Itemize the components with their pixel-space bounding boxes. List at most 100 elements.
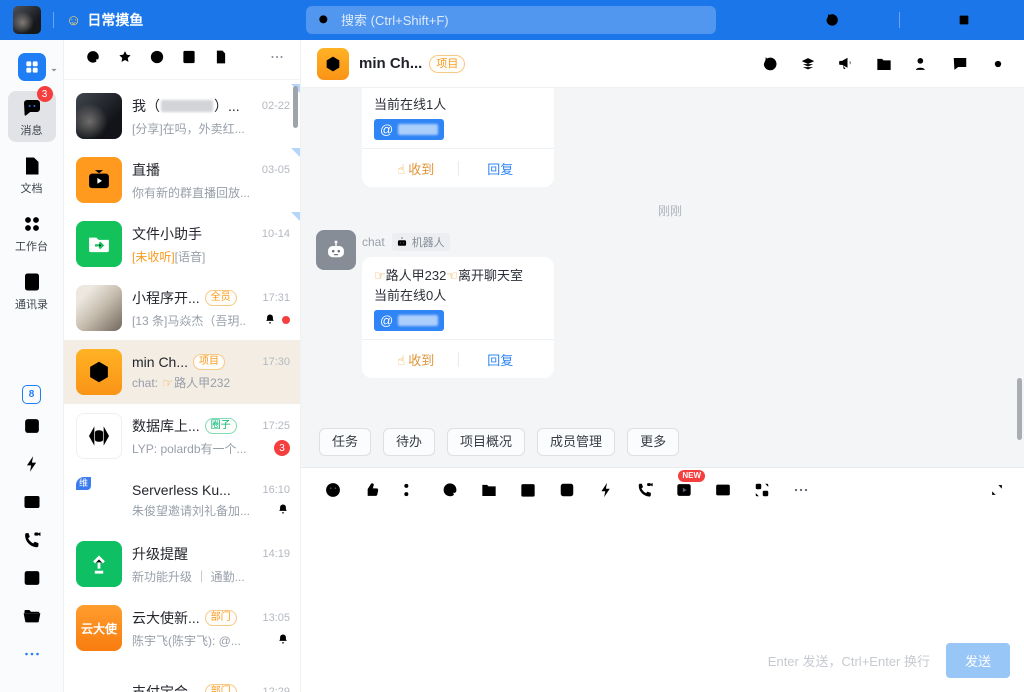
group-type-badge: 部门 bbox=[205, 684, 237, 692]
tab-more[interactable]: 更多 bbox=[627, 428, 679, 456]
muted-bell-icon bbox=[276, 632, 290, 649]
pointing-right-icon: ☞ bbox=[374, 268, 386, 283]
mail-compose-icon[interactable] bbox=[713, 480, 733, 500]
meeting-icon[interactable] bbox=[21, 567, 43, 594]
tab-member-management[interactable]: 成员管理 bbox=[537, 428, 615, 456]
emoji-icon[interactable] bbox=[323, 480, 343, 500]
mention-at-icon[interactable] bbox=[440, 480, 460, 500]
pointing-left-icon: ☜ bbox=[446, 268, 458, 283]
conversation-avatar[interactable] bbox=[317, 48, 349, 80]
chat-title: 直播 bbox=[132, 160, 160, 180]
list-item[interactable]: 直播 03-05 你有新的群直播回放... bbox=[64, 148, 300, 212]
quick-flash-icon[interactable] bbox=[596, 480, 616, 500]
list-more-icon[interactable] bbox=[268, 48, 286, 71]
phone-video-icon[interactable] bbox=[21, 529, 43, 556]
sidebar-item-messages[interactable]: 3 消息 bbox=[8, 91, 56, 142]
tab-tasks[interactable]: 任务 bbox=[319, 428, 371, 456]
todo-icon[interactable] bbox=[21, 415, 43, 442]
mention-chip[interactable]: @ bbox=[374, 119, 444, 140]
screenshot-scissors-icon[interactable] bbox=[401, 480, 421, 500]
more-icon[interactable] bbox=[21, 643, 43, 670]
folder-icon[interactable] bbox=[21, 605, 43, 632]
close-button[interactable] bbox=[992, 12, 1008, 28]
message-text: 当前在线1人 bbox=[374, 95, 542, 115]
chat-title: 我（）... bbox=[132, 96, 240, 116]
list-item[interactable]: 支付宝合... 部门 12:29 bbox=[64, 660, 300, 692]
chat-list-scrollbar[interactable] bbox=[293, 86, 298, 128]
layers-icon[interactable] bbox=[798, 54, 818, 74]
list-item[interactable]: 云大使 云大使新... 部门 13:05 陈宇飞(陈宇飞): @... bbox=[64, 596, 300, 660]
list-item-selected[interactable]: min Ch... 项目 17:30 chat: ☞路人甲232 bbox=[64, 340, 300, 404]
chat-history-icon[interactable] bbox=[760, 54, 780, 74]
ack-button[interactable]: ☝收到 bbox=[374, 159, 458, 178]
user-avatar[interactable] bbox=[13, 6, 41, 34]
group-emoji-icon: ☺ bbox=[66, 12, 81, 29]
list-item[interactable]: 升级提醒 14:19 新功能升级 ｜ 通勤... bbox=[64, 532, 300, 596]
bot-avatar[interactable] bbox=[316, 230, 356, 270]
left-nav: 3 消息 文档 工作台 通讯录 8 bbox=[0, 40, 64, 692]
chat-subtitle: [语音] bbox=[175, 248, 206, 265]
ack-button[interactable]: ☝收到 bbox=[374, 350, 458, 369]
toolbar-more-icon[interactable] bbox=[791, 480, 811, 500]
list-item[interactable]: 文件小助手 10-14 [未收听][语音] bbox=[64, 212, 300, 276]
message-scrollbar[interactable] bbox=[1017, 378, 1022, 440]
chat-subtitle: 你有新的群直播回放... bbox=[132, 184, 250, 201]
chevron-down-icon[interactable] bbox=[47, 63, 61, 82]
sidebar-item-contacts[interactable]: 通讯录 bbox=[8, 265, 56, 316]
expand-editor-icon[interactable] bbox=[988, 481, 1006, 499]
search-box[interactable] bbox=[306, 6, 716, 34]
mail-icon[interactable] bbox=[21, 491, 43, 518]
mention-chip[interactable]: @ bbox=[374, 310, 444, 331]
sidebar-item-workbench[interactable]: 工作台 bbox=[8, 207, 56, 258]
avatar bbox=[76, 93, 122, 139]
mentions-icon[interactable] bbox=[84, 48, 102, 71]
chat-subtitle: 陈宇飞(陈宇飞): @... bbox=[132, 632, 241, 649]
file-icon[interactable] bbox=[212, 48, 230, 71]
clock-icon[interactable] bbox=[148, 48, 166, 71]
search-input[interactable] bbox=[339, 12, 706, 29]
task-check-icon[interactable] bbox=[557, 480, 577, 500]
list-item[interactable]: 我（）... 02-22 [分享]在吗，外卖红... bbox=[64, 84, 300, 148]
send-button[interactable]: 发送 bbox=[946, 643, 1010, 678]
avatar bbox=[76, 669, 122, 692]
add-member-icon[interactable] bbox=[912, 54, 932, 74]
titlebar-separator bbox=[899, 12, 900, 28]
list-item[interactable]: 维 Serverless Ku... 16:10 朱俊望邀请刘礼备加... bbox=[64, 468, 300, 532]
star-icon[interactable] bbox=[116, 48, 134, 71]
list-item[interactable]: 数据库上... 圈子 17:25 LYP: polardb有一个... 3 bbox=[64, 404, 300, 468]
calendar-event-icon[interactable] bbox=[518, 480, 538, 500]
lightning-icon[interactable] bbox=[21, 453, 43, 480]
calendar-icon[interactable]: 8 bbox=[22, 385, 41, 404]
hexagon-logo-icon bbox=[85, 358, 113, 386]
message-actions: ☝收到 回复 bbox=[362, 148, 554, 187]
history-button[interactable] bbox=[823, 11, 841, 29]
tab-todo[interactable]: 待办 bbox=[383, 428, 435, 456]
settings-gear-icon[interactable] bbox=[988, 54, 1008, 74]
pointing-hand-icon: ☞ bbox=[162, 376, 173, 390]
maximize-button[interactable] bbox=[956, 12, 972, 28]
thumbs-up-icon[interactable] bbox=[362, 480, 382, 500]
minimize-button[interactable] bbox=[920, 12, 936, 28]
chat-time: 10-14 bbox=[256, 228, 290, 240]
reply-button[interactable]: 回复 bbox=[459, 350, 543, 369]
components-icon[interactable] bbox=[752, 480, 772, 500]
message-record-icon[interactable] bbox=[950, 54, 970, 74]
tab-project-overview[interactable]: 项目概况 bbox=[447, 428, 525, 456]
video-record-icon[interactable]: NEW bbox=[674, 480, 694, 500]
reply-button[interactable]: 回复 bbox=[459, 159, 543, 178]
group-files-icon[interactable] bbox=[874, 54, 894, 74]
message-input[interactable] bbox=[301, 506, 1024, 643]
ding-icon[interactable] bbox=[180, 48, 198, 71]
list-item[interactable]: 小程序开... 全员 17:31 [13 条]马焱杰（吾玥.. bbox=[64, 276, 300, 340]
attach-file-icon[interactable] bbox=[479, 480, 499, 500]
chat-title: min Ch... bbox=[132, 354, 188, 370]
voice-call-icon[interactable] bbox=[635, 480, 655, 500]
database-logo-icon bbox=[85, 422, 113, 450]
announcement-icon[interactable] bbox=[836, 54, 856, 74]
sidebar-item-docs[interactable]: 文档 bbox=[8, 149, 56, 200]
sidebar-item-label: 通讯录 bbox=[15, 296, 48, 312]
group-tabs: 任务 待办 项目概况 成员管理 更多 bbox=[301, 422, 1024, 468]
chat-rows: 我（）... 02-22 [分享]在吗，外卖红... 直播 03-05 bbox=[64, 80, 300, 692]
app-switcher-button[interactable] bbox=[18, 53, 46, 81]
add-button[interactable] bbox=[861, 11, 879, 29]
